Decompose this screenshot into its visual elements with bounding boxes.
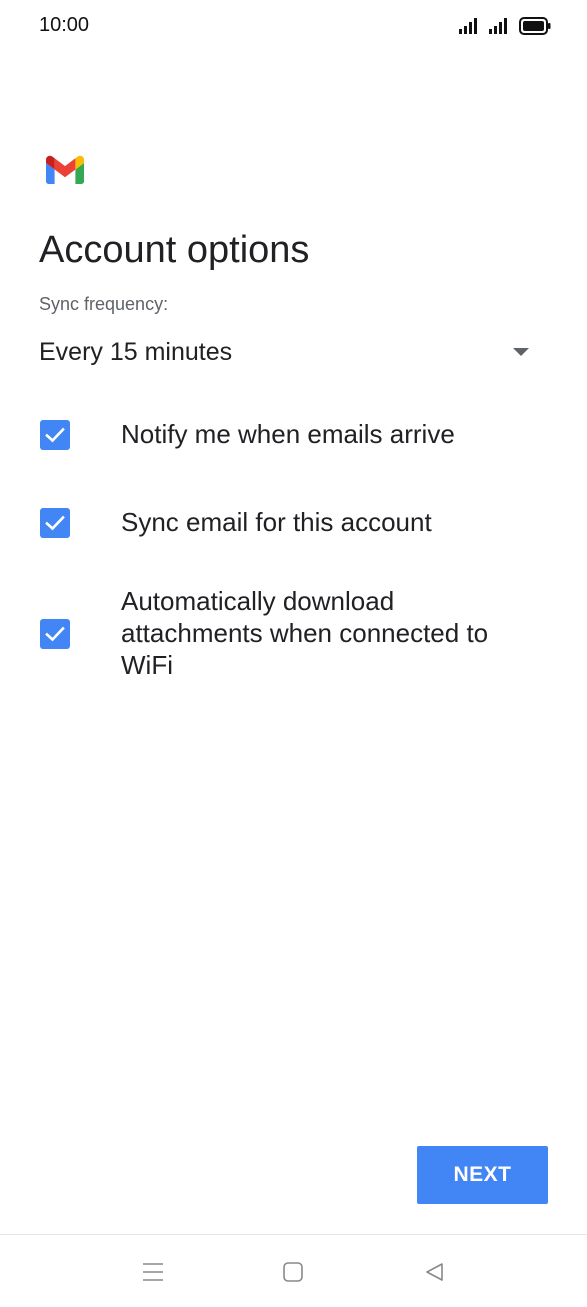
dropdown-arrow-icon — [513, 348, 529, 356]
option-notify-emails[interactable]: Notify me when emails arrive — [39, 416, 539, 454]
checkmark-icon — [45, 626, 65, 642]
next-button[interactable]: NEXT — [417, 1146, 548, 1204]
signal-icon — [459, 18, 477, 34]
page-title: Account options — [39, 229, 310, 271]
sync-email-checkbox[interactable] — [40, 508, 70, 538]
back-icon — [426, 1263, 443, 1281]
option-sync-email[interactable]: Sync email for this account — [39, 505, 539, 543]
sync-frequency-dropdown[interactable]: Every 15 minutes — [39, 330, 539, 376]
nav-home-button[interactable] — [278, 1257, 308, 1287]
home-icon — [283, 1262, 303, 1282]
signal-icon — [489, 18, 507, 34]
navigation-bar — [0, 1234, 587, 1307]
menu-icon — [143, 1263, 163, 1281]
status-bar: 10:00 — [0, 0, 587, 52]
gmail-logo — [46, 155, 84, 184]
status-time: 10:00 — [39, 14, 90, 36]
checkmark-icon — [45, 515, 65, 531]
checkmark-icon — [45, 427, 65, 443]
auto-download-label: Automatically download attachments when … — [121, 586, 489, 680]
option-auto-download[interactable]: Automatically download attachments when … — [39, 585, 539, 685]
status-icons — [459, 14, 551, 38]
sync-frequency-label: Sync frequency: — [39, 294, 169, 314]
auto-download-checkbox[interactable] — [40, 619, 70, 649]
notify-label: Notify me when emails arrive — [121, 419, 455, 449]
nav-back-button[interactable] — [419, 1257, 449, 1287]
notify-checkbox[interactable] — [40, 420, 70, 450]
nav-menu-button[interactable] — [138, 1257, 168, 1287]
sync-frequency-value: Every 15 minutes — [39, 338, 233, 366]
battery-icon — [519, 17, 551, 35]
sync-email-label: Sync email for this account — [121, 507, 432, 537]
